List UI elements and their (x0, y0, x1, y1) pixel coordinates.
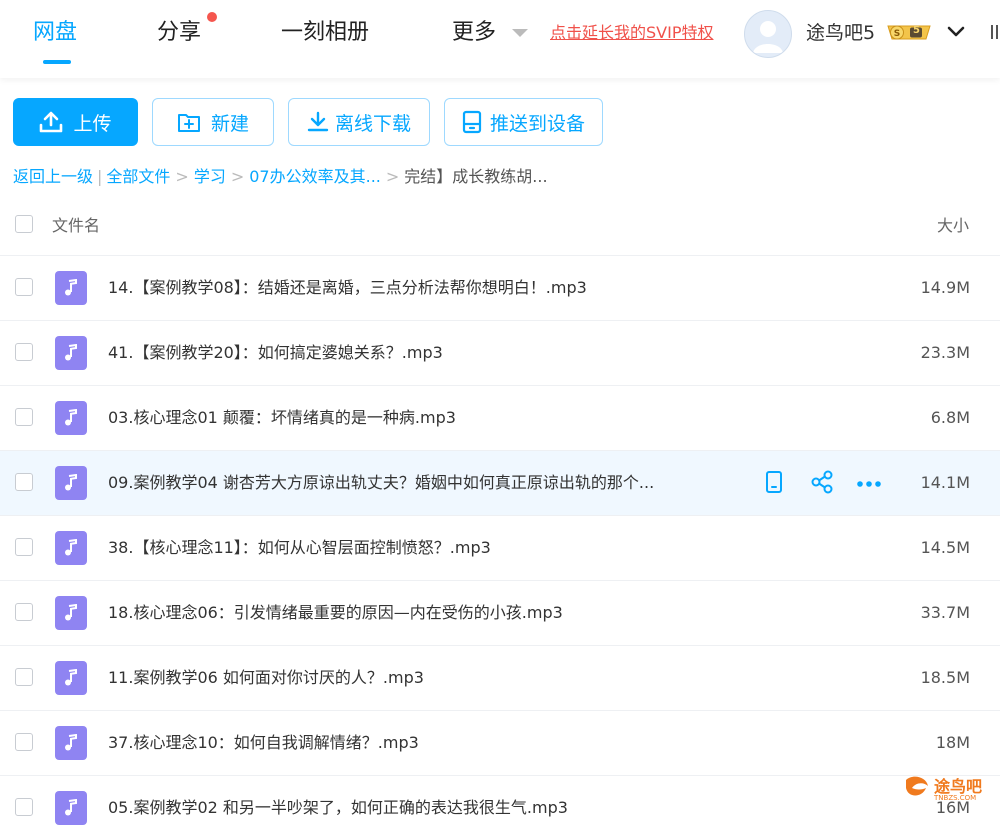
file-name[interactable]: 38.【核心理念11】：如何从心智层面控制愤怒？.mp3 (108, 537, 491, 559)
file-size: 18M (935, 733, 970, 752)
svg-text:S: S (894, 29, 900, 39)
audio-file-icon (55, 401, 87, 435)
table-row[interactable]: 14.【案例教学08】：结婚还是离婚，三点分析法帮你想明白！.mp3 14.9M (0, 255, 1000, 320)
row-checkbox[interactable] (15, 733, 33, 751)
row-checkbox[interactable] (15, 603, 33, 621)
watermark-subtext: TNBZS.COM (934, 794, 977, 802)
breadcrumb-study[interactable]: 学习 (194, 167, 226, 186)
table-row[interactable]: 41.【案例教学20】：如何搞定婆媳关系？.mp3 23.3M (0, 320, 1000, 385)
avatar[interactable] (744, 10, 792, 58)
window-edge-icon (991, 25, 998, 39)
breadcrumb: 返回上一级 | 全部文件 > 学习 >07办公效率及其... > 完结】成长教练胡... (13, 166, 548, 188)
row-checkbox[interactable] (15, 473, 33, 491)
nav-share[interactable]: 分享 (157, 18, 201, 48)
table-row[interactable]: 38.【核心理念11】：如何从心智层面控制愤怒？.mp3 14.5M (0, 515, 1000, 580)
file-name[interactable]: 41.【案例教学20】：如何搞定婆媳关系？.mp3 (108, 342, 443, 364)
file-list: 14.【案例教学08】：结婚还是离婚，三点分析法帮你想明白！.mp3 14.9M… (0, 255, 1000, 840)
row-checkbox[interactable] (15, 408, 33, 426)
nav-album[interactable]: 一刻相册 (281, 18, 369, 48)
chevron-down-icon[interactable] (512, 29, 528, 37)
breadcrumb-separator: > (230, 167, 245, 186)
new-folder-icon (177, 114, 200, 132)
row-checkbox[interactable] (15, 538, 33, 556)
audio-file-icon (55, 336, 87, 370)
row-checkbox[interactable] (15, 668, 33, 686)
table-row[interactable]: 11.案例教学06 如何面对你讨厌的人？.mp3 18.5M (0, 645, 1000, 710)
nav-active-indicator (43, 60, 71, 64)
svip-renew-link[interactable]: 点击延长我的SVIP特权 (550, 22, 713, 44)
audio-file-icon (55, 271, 87, 305)
user-menu-chevron-icon[interactable] (946, 22, 966, 42)
breadcrumb-separator: > (175, 167, 189, 186)
offline-download-button[interactable]: 离线下载 (288, 98, 430, 146)
top-header: 网盘 分享 一刻相册 更多 点击延长我的SVIP特权 途鸟吧5 S 5 (0, 0, 1000, 78)
new-label: 新建 (210, 112, 249, 135)
download-icon (307, 111, 329, 132)
file-name[interactable]: 09.案例教学04 谢杏芳大方原谅出轨丈夫？婚姻中如何真正原谅出轨的那个... (108, 472, 654, 494)
breadcrumb-divider: | (97, 167, 103, 186)
user-avatar-icon (753, 21, 783, 53)
row-checkbox[interactable] (15, 798, 33, 816)
share-icon[interactable] (810, 470, 834, 498)
file-name[interactable]: 03.核心理念01 颠覆：坏情绪真的是一种病.mp3 (108, 407, 456, 429)
nav-netdisk[interactable]: 网盘 (33, 18, 77, 48)
file-name[interactable]: 14.【案例教学08】：结婚还是离婚，三点分析法帮你想明白！.mp3 (108, 277, 587, 299)
select-all-checkbox[interactable] (15, 215, 33, 233)
breadcrumb-current: 完结】成长教练胡... (404, 167, 548, 186)
column-header-name[interactable]: 文件名 (52, 212, 100, 236)
upload-label: 上传 (73, 112, 112, 135)
audio-file-icon (55, 531, 87, 565)
device-icon (462, 110, 482, 134)
file-name[interactable]: 37.核心理念10：如何自我调解情绪？.mp3 (108, 732, 419, 754)
site-watermark: 途鸟吧 TNBZS.COM (900, 770, 1000, 808)
file-size: 6.8M (930, 408, 970, 427)
more-actions-icon[interactable] (856, 475, 882, 494)
push-to-device-button[interactable]: 推送到设备 (444, 98, 603, 146)
notification-dot (207, 12, 217, 22)
bird-logo-icon (906, 776, 928, 796)
row-checkbox[interactable] (15, 343, 33, 361)
nav-more[interactable]: 更多 (452, 18, 496, 48)
row-checkbox[interactable] (15, 278, 33, 296)
file-size: 14.1M (920, 473, 970, 492)
push-to-device-label: 推送到设备 (489, 112, 585, 135)
audio-file-icon (55, 661, 87, 695)
audio-file-icon (55, 791, 87, 825)
breadcrumb-back[interactable]: 返回上一级 (13, 167, 93, 186)
push-to-device-icon[interactable] (764, 470, 784, 498)
table-row[interactable]: 18.核心理念06：引发情绪最重要的原因—内在受伤的小孩.mp3 33.7M (0, 580, 1000, 645)
file-name[interactable]: 05.案例教学02 和另一半吵架了，如何正确的表达我很生气.mp3 (108, 797, 568, 819)
breadcrumb-separator: > (385, 167, 400, 186)
column-header-size[interactable]: 大小 (937, 212, 969, 236)
upload-button[interactable]: 上传 (13, 98, 138, 146)
badge-level: 5 (913, 25, 920, 36)
file-size: 33.7M (920, 603, 970, 622)
file-name[interactable]: 11.案例教学06 如何面对你讨厌的人？.mp3 (108, 667, 424, 689)
breadcrumb-folder-07[interactable]: 07办公效率及其... (249, 167, 381, 186)
audio-file-icon (55, 466, 87, 500)
file-size: 14.5M (920, 538, 970, 557)
table-row[interactable]: 03.核心理念01 颠覆：坏情绪真的是一种病.mp3 6.8M (0, 385, 1000, 450)
file-size: 23.3M (920, 343, 970, 362)
audio-file-icon (55, 726, 87, 760)
table-header: 文件名 大小 (0, 200, 1000, 248)
audio-file-icon (55, 596, 87, 630)
file-size: 18.5M (920, 668, 970, 687)
file-name[interactable]: 18.核心理念06：引发情绪最重要的原因—内在受伤的小孩.mp3 (108, 602, 563, 624)
breadcrumb-all-files[interactable]: 全部文件 (106, 167, 170, 186)
new-folder-button[interactable]: 新建 (152, 98, 274, 146)
svip-level-badge: S 5 (886, 23, 932, 42)
offline-download-label: 离线下载 (334, 112, 411, 135)
upload-icon (40, 111, 63, 133)
file-size: 14.9M (920, 278, 970, 297)
username[interactable]: 途鸟吧5 (806, 20, 875, 46)
table-row-hovered[interactable]: 09.案例教学04 谢杏芳大方原谅出轨丈夫？婚姻中如何真正原谅出轨的那个... … (0, 450, 1000, 515)
table-row[interactable]: 37.核心理念10：如何自我调解情绪？.mp3 18M (0, 710, 1000, 775)
